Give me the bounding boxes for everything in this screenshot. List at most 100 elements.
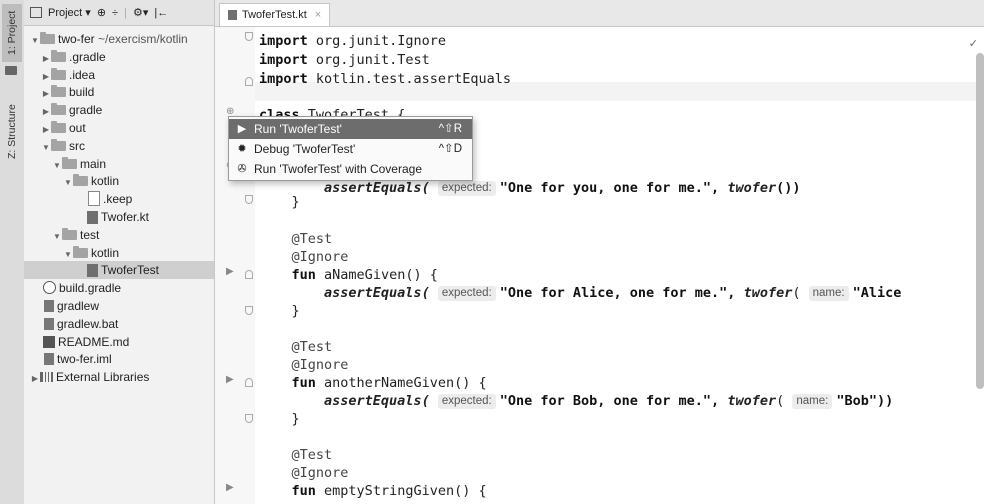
- folder-icon: [51, 49, 66, 62]
- tree-item-kotlin[interactable]: ▼ kotlin: [24, 172, 214, 190]
- project-tab-label: 1: Project: [6, 10, 18, 56]
- tree-item-two-fer[interactable]: ▼ two-fer ~/exercism/kotlin: [24, 30, 214, 48]
- run-test-icon[interactable]: ▶: [226, 266, 234, 277]
- structure-tab-label: Z: Structure: [6, 104, 18, 160]
- collapse-icon[interactable]: ÷: [112, 7, 118, 19]
- tree-item-main[interactable]: ▼ main: [24, 155, 214, 173]
- script-icon: [44, 300, 54, 312]
- tree-item-label: TwoferTest: [101, 263, 160, 278]
- popup-coverage-item[interactable]: ✇ Run 'TwoferTest' with Coverage: [229, 159, 472, 179]
- tree-item-gradlew-bat[interactable]: gradlew.bat: [24, 315, 214, 333]
- tree-item-label: gradle: [69, 103, 103, 118]
- editor-tab-label: TwoferTest.kt: [242, 9, 307, 21]
- code-line: }: [259, 193, 300, 212]
- project-view-icon: [30, 7, 42, 18]
- code-line: assertEquals( expected: "One for Alice, o…: [324, 285, 902, 301]
- tree-item-build-gradle[interactable]: build.gradle: [24, 279, 214, 297]
- tree-item-src[interactable]: ▼ src: [24, 137, 214, 155]
- fold-marker-icon[interactable]: [245, 306, 253, 315]
- tree-item-twofertest[interactable]: TwoferTest: [24, 261, 214, 280]
- lib-icon: [40, 372, 53, 383]
- annotation: @Ignore: [291, 465, 349, 481]
- parameter-hint: expected:: [437, 394, 496, 409]
- structure-tool-tab[interactable]: Z: Structure: [2, 92, 22, 172]
- tree-item-label: External Libraries: [56, 370, 150, 385]
- function-name: aNameGiven() {: [324, 267, 438, 283]
- function-call: assertEquals(: [324, 393, 430, 409]
- tree-item-test[interactable]: ▼ test: [24, 226, 214, 244]
- folder-icon: [51, 121, 66, 133]
- function-call: twofer: [727, 180, 777, 196]
- parameter-hint: name:: [792, 394, 833, 409]
- expand-arrow-icon[interactable]: ▶: [30, 370, 40, 388]
- annotation: @Test: [291, 231, 333, 247]
- code-editor[interactable]: ✓ import org.junit.Ignore import org.jun…: [215, 27, 984, 504]
- string-literal: "One for Alice, one for me.",: [499, 285, 736, 301]
- fold-marker-icon[interactable]: [245, 414, 253, 423]
- tree-item-gradle[interactable]: ▶ gradle: [24, 101, 214, 119]
- gradle-icon: [43, 281, 56, 295]
- tree-item-readme-md[interactable]: README.md: [24, 333, 214, 351]
- editor-tab-bar: TwoferTest.kt ×: [215, 0, 984, 27]
- tree-item-keep[interactable]: .keep: [24, 190, 214, 208]
- tree-item-label: Twofer.kt: [101, 210, 150, 224]
- tree-item-gradle[interactable]: ▶ .gradle: [24, 48, 214, 66]
- tree-item-build[interactable]: ▶ build: [24, 83, 214, 101]
- project-panel: Project ▾ ⊕ ÷ | ⚙▾ |← ▼ two-fer ~/exercis…: [24, 0, 215, 504]
- kotlin-file-icon: [228, 10, 237, 20]
- project-structure-icon[interactable]: [5, 66, 17, 75]
- fold-marker-icon[interactable]: [245, 270, 253, 279]
- run-test-icon[interactable]: ▶: [226, 482, 234, 493]
- tree-item-idea[interactable]: ▶ .idea: [24, 66, 214, 84]
- tree-item-kotlin[interactable]: ▼ kotlin: [24, 244, 214, 262]
- popup-debug-item[interactable]: ✹ Debug 'TwoferTest' ^⇧D: [229, 139, 472, 159]
- project-toolbar: Project ▾ ⊕ ÷ | ⚙▾ |←: [24, 0, 214, 26]
- popup-run-item[interactable]: ▶ Run 'TwoferTest' ^⇧R: [229, 119, 472, 139]
- code-line: @Test: [259, 446, 333, 465]
- code-text: }: [291, 303, 300, 319]
- popup-item-label: Run 'TwoferTest' with Coverage: [254, 162, 422, 176]
- folder-icon: [73, 245, 88, 258]
- code-line: fun emptyStringGiven() {: [259, 482, 487, 501]
- editor-tab[interactable]: TwoferTest.kt ×: [219, 3, 331, 26]
- code-text: ()): [776, 180, 801, 196]
- code-line: import kotlin.test.assertEquals: [259, 70, 511, 89]
- tree-item-gradlew[interactable]: gradlew: [24, 297, 214, 315]
- tree-item-twofer-kt[interactable]: Twofer.kt: [24, 208, 214, 226]
- parameter-hint: expected:: [437, 286, 496, 301]
- vertical-scrollbar[interactable]: [976, 53, 984, 389]
- function-call: twofer: [727, 393, 777, 409]
- folder-icon: [51, 85, 66, 98]
- script-icon: [44, 353, 54, 366]
- fold-marker-icon[interactable]: [245, 195, 253, 204]
- tree-item-two-fer-iml[interactable]: two-fer.iml: [24, 350, 214, 368]
- tree-item-label: .gradle: [69, 49, 106, 64]
- code-line: }: [259, 410, 300, 429]
- run-test-icon[interactable]: ▶: [226, 374, 234, 385]
- tree-item-external-libraries[interactable]: ▶ External Libraries: [24, 368, 214, 386]
- editor-gutter: [215, 27, 255, 504]
- tree-item-label: README.md: [58, 334, 130, 349]
- fold-marker-icon[interactable]: [245, 77, 253, 86]
- fold-marker-icon[interactable]: [245, 32, 253, 41]
- tree-item-label: out: [69, 121, 86, 135]
- hide-icon[interactable]: |←: [154, 7, 168, 19]
- tree-item-out[interactable]: ▶ out: [24, 119, 214, 137]
- popup-item-shortcut: ^⇧R: [438, 123, 462, 135]
- fold-marker-icon[interactable]: [245, 378, 253, 387]
- gear-icon[interactable]: ⚙▾: [133, 6, 148, 19]
- tree-item-label: gradlew: [57, 299, 100, 313]
- code-line: import org.junit.Ignore: [259, 32, 446, 51]
- project-tool-tab[interactable]: 1: Project: [2, 4, 22, 62]
- target-icon[interactable]: ⊕: [97, 6, 106, 19]
- close-tab-icon[interactable]: ×: [315, 9, 321, 21]
- string-literal: "One for Bob, one for me.",: [499, 393, 720, 409]
- code-text: }: [291, 194, 300, 210]
- keyword: fun: [291, 375, 316, 391]
- md-icon: [43, 335, 55, 348]
- keyword: fun: [291, 267, 316, 283]
- project-view-selector[interactable]: Project ▾: [48, 6, 91, 19]
- folder-icon: [40, 32, 55, 44]
- import-path: kotlin.test.assertEquals: [315, 71, 511, 87]
- folder-icon: [51, 103, 66, 116]
